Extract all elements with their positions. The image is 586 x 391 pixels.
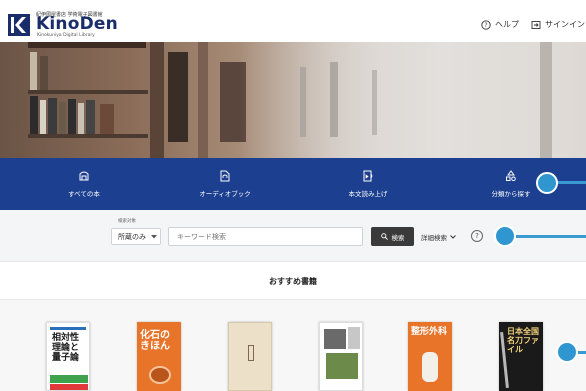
search-help-icon[interactable]: ? [471,230,483,242]
signin-icon [531,20,541,29]
book-cover-1[interactable]: 相対性理論と量子論 [46,322,90,391]
top-bar: 紀伊國屋書店 学術電子図書館 KinoDen Kinokuniya Digita… [0,0,586,42]
svg-text:?: ? [484,22,487,29]
help-link[interactable]: ? ヘルプ [481,19,519,30]
recommended-books-row: 相対性理論と量子論 化石のきほん 整形外科 日本全国名刀ファイル [0,300,586,391]
search-scope-caption: 検索対象 [118,219,136,224]
logo-text[interactable]: KinoDen [36,15,118,33]
nav-audiobook-label: オーディオブック [199,190,251,198]
book-cover-2-title: 化石のきほん [140,330,170,352]
nav-all-books-label: すべての本 [68,190,100,198]
hero-haze [240,42,586,158]
read-aloud-icon [363,170,373,182]
advanced-search-label: 詳細検索 [421,234,447,242]
callout-marker-search [494,225,516,247]
callout-line-search [516,235,586,238]
nav-audiobook[interactable]: オーディオブック [155,158,295,210]
book-cover-6-title: 日本全国名刀ファイル [507,327,539,354]
hero-banner-image [0,42,586,158]
chevron-down-icon [450,235,456,239]
category-nav-bar: すべての本 オーディオブック 本文読み上げ 分類から探す [0,158,586,210]
help-label: ヘルプ [495,20,519,29]
book-cover-2[interactable]: 化石のきほん [137,322,181,391]
kinoden-logo-icon [8,14,30,36]
search-icon [380,233,388,240]
search-scope-dropdown[interactable]: 所蔵のみ [111,228,161,245]
book-cover-1-title: 相対性理論と量子論 [52,333,80,363]
search-button-label: 検索 [391,233,405,242]
help-icon: ? [481,19,491,30]
category-icon [506,170,516,182]
nav-browse-category-label: 分類から探す [491,190,531,198]
nav-all-books[interactable]: すべての本 [14,158,154,210]
book-cover-6[interactable]: 日本全国名刀ファイル [499,322,543,391]
book-icon [79,171,89,181]
signin-link[interactable]: サインイン [531,19,585,30]
callout-marker-nav [536,172,558,194]
nav-read-aloud[interactable]: 本文読み上げ [298,158,438,210]
callout-marker-books [556,341,578,363]
chevron-down-icon [151,234,157,238]
recommended-books-title: おすすめ書籍 [269,277,317,286]
search-button[interactable]: 検索 [371,227,414,246]
book-cover-5-title: 整形外科 [411,327,448,337]
keyword-search-input[interactable] [168,227,363,246]
audiobook-icon [220,170,230,182]
signin-label: サインイン [545,20,585,29]
advanced-search-link[interactable]: 詳細検索 [421,232,456,242]
book-cover-5[interactable]: 整形外科 [408,322,452,391]
book-cover-3[interactable] [228,322,272,391]
callout-line-nav [556,181,586,184]
search-scope-value: 所蔵のみ [118,232,146,241]
logo-subtext: Kinokuniya Digital Library [37,33,95,38]
nav-read-aloud-label: 本文読み上げ [348,190,388,198]
nav-browse-category[interactable]: 分類から探す [441,158,581,210]
book-cover-4[interactable] [319,322,363,391]
